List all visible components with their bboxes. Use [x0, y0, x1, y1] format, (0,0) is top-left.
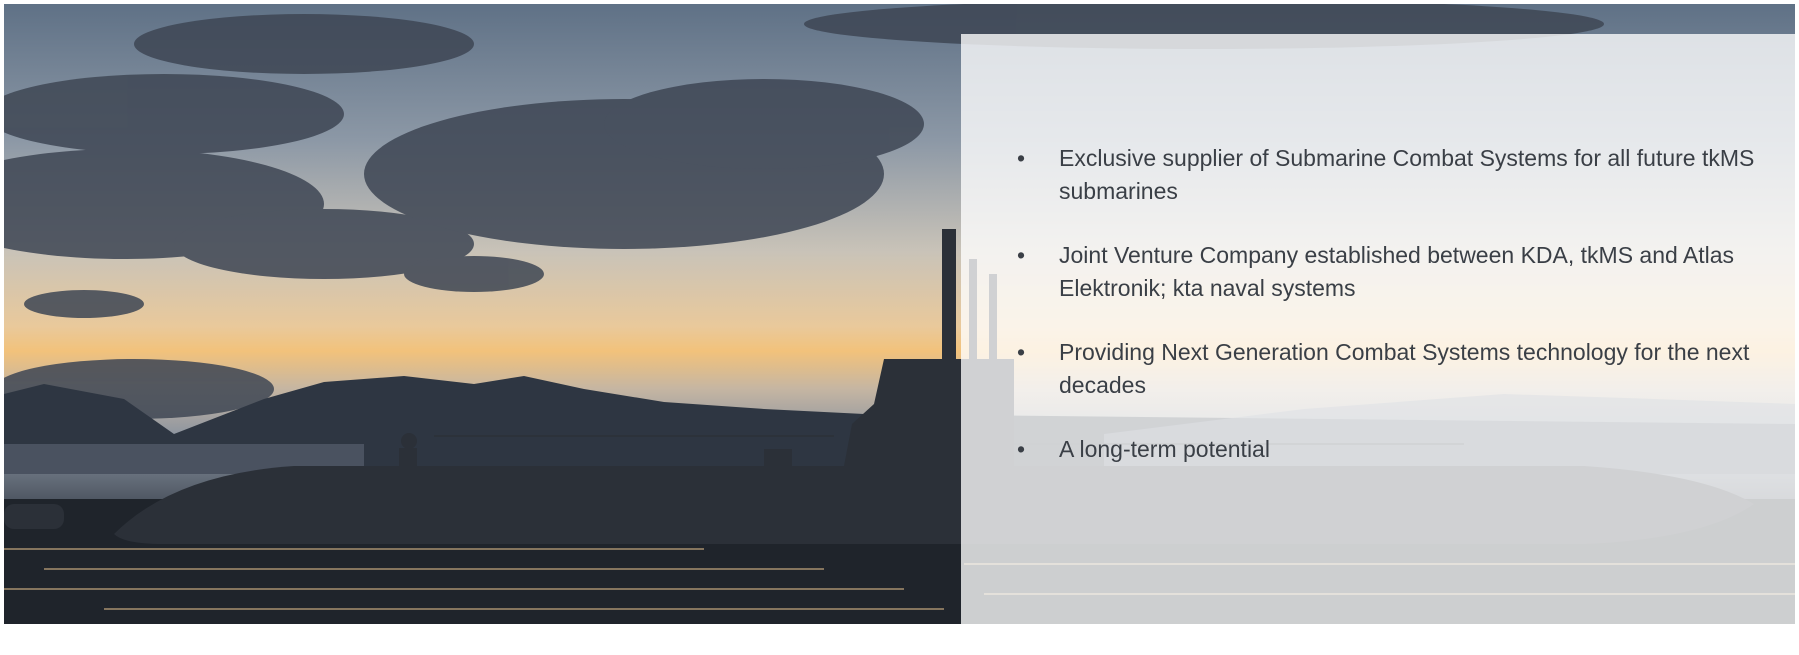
bullet-marker: •: [1017, 339, 1026, 365]
bullet-text: Providing Next Generation Combat Systems…: [1059, 339, 1750, 398]
bullet-item: • Providing Next Generation Combat Syste…: [1017, 336, 1777, 402]
bullet-text: Exclusive supplier of Submarine Combat S…: [1059, 145, 1755, 204]
bullet-item: • A long-term potential: [1017, 433, 1777, 466]
bullet-text: Joint Venture Company established betwee…: [1059, 242, 1735, 301]
bullet-list: • Exclusive supplier of Submarine Combat…: [1017, 142, 1777, 497]
text-overlay-panel: • Exclusive supplier of Submarine Combat…: [961, 34, 1795, 624]
bullet-marker: •: [1017, 145, 1026, 171]
bullet-text: A long-term potential: [1059, 436, 1270, 462]
bullet-item: • Joint Venture Company established betw…: [1017, 239, 1777, 305]
slide: • Exclusive supplier of Submarine Combat…: [4, 4, 1795, 624]
bullet-item: • Exclusive supplier of Submarine Combat…: [1017, 142, 1777, 208]
bullet-marker: •: [1017, 436, 1026, 462]
bullet-marker: •: [1017, 242, 1026, 268]
